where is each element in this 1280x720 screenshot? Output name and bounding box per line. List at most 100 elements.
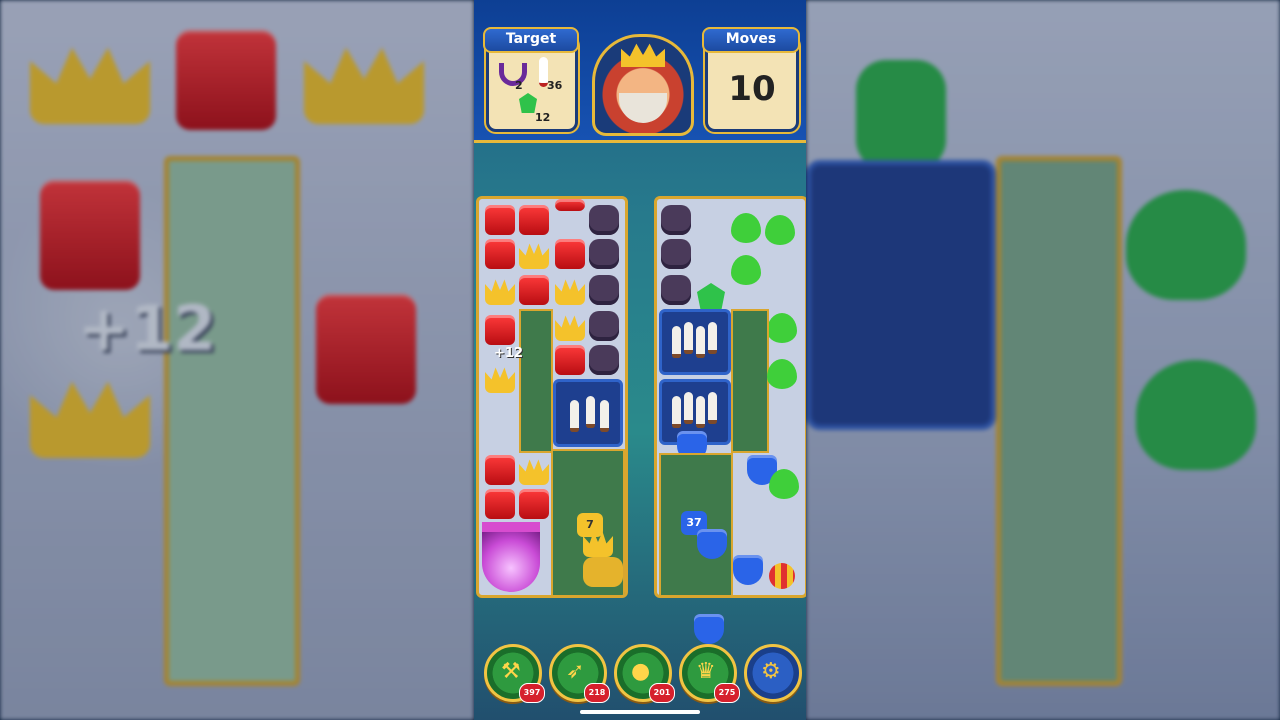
- hammer-booster-button[interactable]: ⚒ 397: [484, 644, 545, 703]
- magnet-target-count: 2: [515, 79, 523, 92]
- target-panel: Target 2 36 12: [483, 27, 579, 132]
- shield-block[interactable]: [733, 555, 763, 585]
- red-block[interactable]: [485, 205, 515, 235]
- red-block[interactable]: [485, 315, 515, 345]
- crown-block[interactable]: [519, 459, 549, 485]
- crown-block[interactable]: [519, 243, 549, 269]
- crown-block[interactable]: [485, 279, 515, 305]
- bowling-pin-box: [659, 309, 731, 375]
- booster-count: 218: [584, 683, 610, 703]
- rock-block[interactable]: [589, 311, 619, 341]
- moves-counter: 10: [728, 69, 776, 109]
- moves-panel: Moves 10: [702, 27, 800, 132]
- bowling-pin-icon: [696, 396, 705, 428]
- booster-bar: ⚒ 397 ➶ 218 ● 201 ♛ 275 ⚙: [474, 640, 806, 704]
- gear-icon: ⚙: [761, 659, 781, 684]
- bowling-pin-icon: [696, 326, 705, 358]
- pin-target-count: 36: [547, 79, 563, 92]
- bowling-pin-icon: [684, 322, 693, 354]
- moves-title: Moves: [702, 27, 800, 53]
- jester-hat-icon: ♛: [696, 659, 716, 684]
- red-block[interactable]: [555, 239, 585, 269]
- background-left-blur: +12: [0, 0, 474, 720]
- bowling-pin-icon: [684, 392, 693, 424]
- spade-block[interactable]: [765, 215, 795, 245]
- rock-block[interactable]: [661, 205, 691, 235]
- cannon-icon: ●: [631, 659, 651, 684]
- green-column: [731, 309, 769, 453]
- spade-block[interactable]: [769, 469, 799, 499]
- spade-block[interactable]: [731, 255, 761, 285]
- game-screen: Target 2 36 12 Moves 10 7 +12 37 ⚒ 397 ➶…: [474, 0, 806, 720]
- jester-booster-button[interactable]: ♛ 275: [679, 644, 740, 703]
- bowling-pin-icon: [672, 396, 681, 428]
- crown-block[interactable]: [555, 279, 585, 305]
- bowling-pin-icon: [600, 400, 609, 432]
- spade-block[interactable]: [767, 313, 797, 343]
- crown-icon: [621, 43, 665, 67]
- bg-red-block: [316, 294, 416, 404]
- magnet-booster-piece[interactable]: [482, 522, 540, 592]
- target-title: Target: [483, 27, 579, 53]
- score-popup: +12: [494, 346, 523, 361]
- hammer-icon: ⚒: [501, 659, 521, 684]
- spade-block[interactable]: [767, 359, 797, 389]
- board-right: 37: [654, 196, 806, 598]
- red-block[interactable]: [555, 345, 585, 375]
- crown-block[interactable]: [485, 367, 515, 393]
- rock-block[interactable]: [589, 275, 619, 305]
- counter-badge: 7: [577, 513, 603, 537]
- cannon-icon[interactable]: [583, 557, 623, 587]
- bg-crown: [304, 47, 424, 124]
- bg-red-block: [176, 30, 276, 130]
- bg-pin-box: [806, 160, 996, 430]
- bg-green-column: [164, 156, 300, 686]
- spade-block[interactable]: [731, 213, 761, 243]
- green-column: [519, 309, 553, 453]
- red-block[interactable]: [485, 489, 515, 519]
- bg-gem: [856, 60, 946, 170]
- booster-count: 201: [649, 683, 675, 703]
- crown-block[interactable]: [555, 315, 585, 341]
- striped-ball[interactable]: [769, 563, 795, 589]
- red-block[interactable]: [519, 489, 549, 519]
- bowling-pin-icon: [586, 396, 595, 428]
- rock-block[interactable]: [661, 239, 691, 269]
- bg-spade: [1136, 360, 1256, 470]
- king-beard: [619, 93, 667, 123]
- bowling-pin-icon: [708, 392, 717, 424]
- bg-crown: [30, 381, 150, 458]
- red-block[interactable]: [519, 275, 549, 305]
- bowling-pin-icon: [570, 400, 579, 432]
- top-hud: Target 2 36 12 Moves 10: [474, 0, 806, 143]
- red-block[interactable]: [485, 455, 515, 485]
- bg-red-block: [40, 180, 140, 290]
- gem-target-count: 12: [535, 111, 551, 124]
- bg-spade: [1126, 190, 1246, 300]
- shield-block[interactable]: [697, 529, 727, 559]
- bowling-pin-icon: [708, 322, 717, 354]
- bowling-pin-icon: [672, 326, 681, 358]
- settings-button[interactable]: ⚙: [744, 644, 802, 702]
- booster-count: 397: [519, 683, 545, 703]
- bg-score-popup: +12: [78, 292, 217, 365]
- gem-icon: [519, 93, 537, 113]
- arrow-icon: ➶: [566, 659, 585, 684]
- red-block[interactable]: [485, 239, 515, 269]
- bg-crown: [30, 47, 150, 124]
- rock-block[interactable]: [589, 345, 619, 375]
- home-indicator: [580, 710, 700, 714]
- red-block[interactable]: [555, 199, 585, 211]
- king-avatar: [592, 34, 694, 136]
- arrow-booster-button[interactable]: ➶ 218: [549, 644, 610, 703]
- rock-block[interactable]: [661, 275, 691, 305]
- red-block[interactable]: [519, 205, 549, 235]
- booster-count: 275: [714, 683, 740, 703]
- background-right-blur: [806, 0, 1280, 720]
- rock-block[interactable]: [589, 205, 619, 235]
- magnet-icon: [499, 63, 527, 86]
- cannon-booster-button[interactable]: ● 201: [614, 644, 675, 703]
- rock-block[interactable]: [589, 239, 619, 269]
- bg-green-column: [996, 156, 1122, 686]
- bowling-pin-box: [553, 379, 623, 447]
